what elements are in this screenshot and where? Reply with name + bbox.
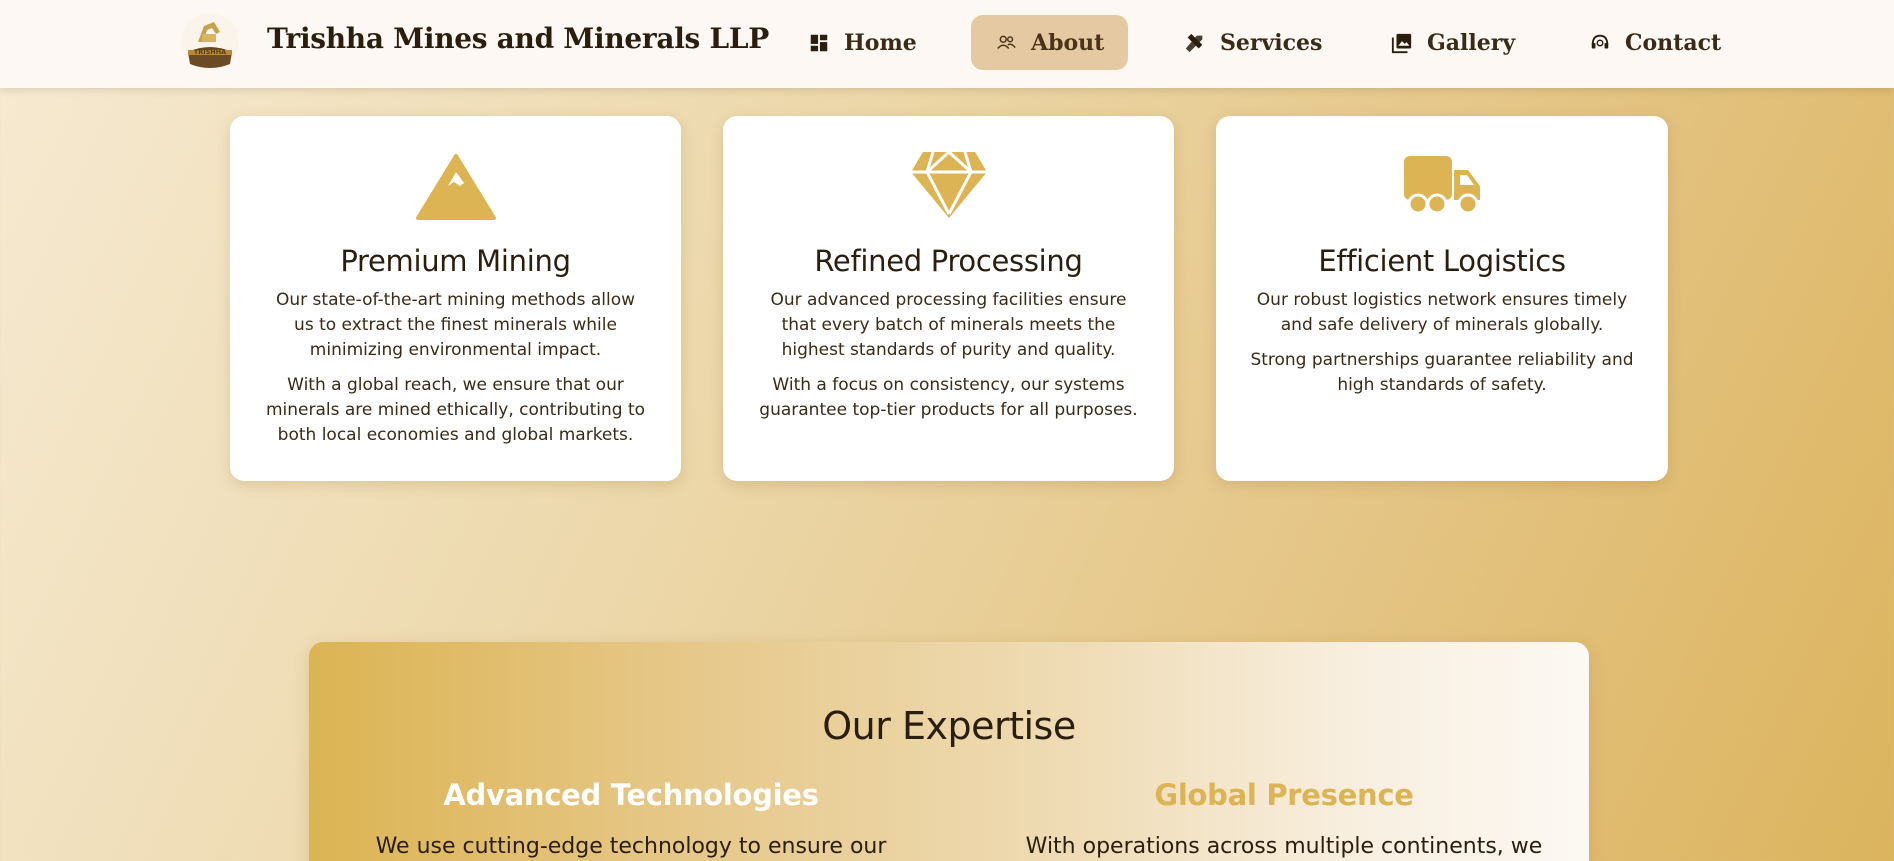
truck-icon	[1404, 156, 1480, 215]
nav-services[interactable]: Services	[1160, 15, 1346, 70]
card-refined-processing: Refined Processing Our advanced processi…	[723, 116, 1174, 481]
gallery-icon	[1391, 33, 1412, 53]
tools-icon	[1185, 33, 1203, 52]
company-logo[interactable]: TRISHHA	[180, 12, 240, 72]
nav-gallery-label: Gallery	[1427, 29, 1516, 56]
card-text: With a global reach, we ensure that our …	[265, 375, 646, 445]
dashboard-icon	[810, 34, 828, 51]
card-text: Our advanced processing facilities ensur…	[770, 290, 1127, 360]
svg-text:TRISHHA: TRISHHA	[194, 48, 226, 56]
card-efficient-logistics: Efficient Logistics Our robust logistics…	[1216, 116, 1668, 481]
people-icon	[997, 35, 1016, 49]
nav-contact[interactable]: Contact	[1565, 15, 1745, 70]
support-agent-icon	[1591, 34, 1609, 48]
nav-gallery[interactable]: Gallery	[1367, 15, 1539, 70]
nav-contact-label: Contact	[1625, 29, 1722, 56]
nav-home[interactable]: Home	[784, 15, 941, 70]
expertise-text: We use cutting-edge technology to ensure…	[375, 834, 887, 859]
expertise-advanced-technologies: Advanced Technologies We use cutting-edg…	[341, 778, 921, 861]
nav-home-label: Home	[844, 29, 917, 56]
brand-name[interactable]: Trishha Mines and Minerals LLP	[267, 22, 769, 55]
card-premium-mining: Premium Mining Our state-of-the-art mini…	[230, 116, 681, 481]
card-text: With a focus on consistency, our systems…	[759, 375, 1138, 420]
mountain-icon	[415, 154, 496, 220]
expertise-text: With operations across multiple continen…	[1025, 834, 1543, 859]
card-title: Premium Mining	[340, 244, 571, 278]
site-header: TRISHHA Trishha Mines and Minerals LLP H…	[0, 0, 1894, 88]
card-text: Our state-of-the-art mining methods allo…	[276, 290, 635, 360]
nav-about-label: About	[1031, 29, 1105, 56]
card-text: Our robust logistics network ensures tim…	[1256, 290, 1628, 335]
card-title: Refined Processing	[814, 244, 1083, 278]
section-title: Our Expertise	[822, 704, 1076, 748]
card-title: Efficient Logistics	[1318, 244, 1566, 278]
expertise-heading: Advanced Technologies	[443, 778, 819, 812]
expertise-section: Our Expertise Advanced Technologies We u…	[309, 642, 1589, 861]
expertise-global-presence: Global Presence With operations across m…	[994, 778, 1574, 861]
diamond-icon	[910, 150, 987, 218]
expertise-heading: Global Presence	[1154, 778, 1414, 812]
nav-services-label: Services	[1220, 29, 1323, 56]
nav-about[interactable]: About	[971, 15, 1129, 70]
card-text: Strong partnerships guarantee reliabilit…	[1250, 350, 1634, 395]
